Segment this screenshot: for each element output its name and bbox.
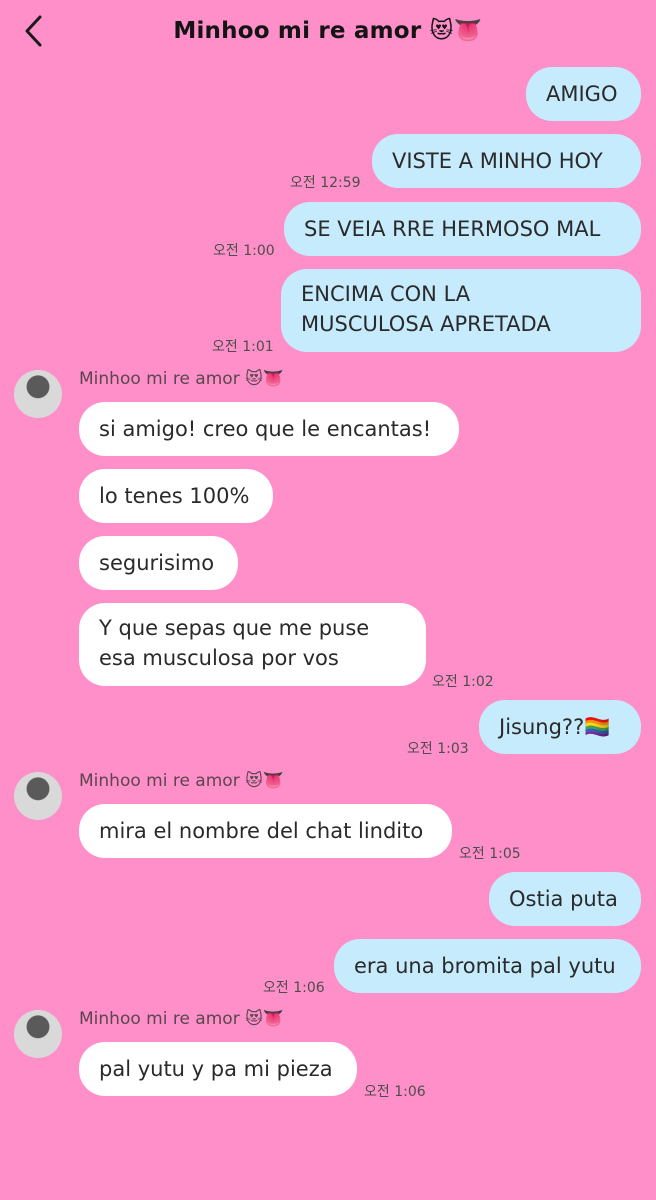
sender-name: Minhoo mi re amor 😻👅 xyxy=(79,369,284,389)
message-timestamp: 오전 1:03 xyxy=(407,741,469,757)
message-timestamp: 오전 1:01 xyxy=(212,339,274,355)
message-timestamp: 오전 1:02 xyxy=(432,674,494,690)
sender-name: Minhoo mi re amor 😻👅 xyxy=(79,1009,284,1029)
message-bubble-incoming[interactable]: mira el nombre del chat lindito xyxy=(79,804,452,858)
contact-avatar[interactable] xyxy=(14,772,62,820)
chat-title: Minhoo mi re amor 😻👅 xyxy=(173,18,483,44)
message-timestamp: 오전 1:05 xyxy=(459,846,521,862)
message-timestamp: 오전 1:00 xyxy=(213,243,275,259)
message-line: ENCIMA CON LA xyxy=(301,282,471,306)
message-bubble-outgoing[interactable]: VISTE A MINHO HOY xyxy=(372,134,641,188)
contact-avatar[interactable] xyxy=(14,1010,62,1058)
message-bubble-incoming[interactable]: pal yutu y pa mi pieza xyxy=(79,1042,357,1096)
message-line: esa musculosa por vos xyxy=(99,646,339,670)
message-line: Y que sepas que me puse xyxy=(99,616,370,640)
message-bubble-outgoing[interactable]: Jisung??🏳️‍🌈 xyxy=(479,700,641,754)
message-bubble-outgoing[interactable]: AMIGO xyxy=(526,67,641,121)
message-bubble-incoming[interactable]: lo tenes 100% xyxy=(79,469,273,523)
message-bubble-incoming[interactable]: si amigo! creo que le encantas! xyxy=(79,402,459,456)
message-timestamp: 오전 1:06 xyxy=(364,1084,426,1100)
contact-avatar[interactable] xyxy=(14,370,62,418)
message-timestamp: 오전 12:59 xyxy=(290,175,361,191)
message-bubble-outgoing[interactable]: ENCIMA CON LA MUSCULOSA APRETADA xyxy=(281,269,641,352)
message-bubble-outgoing[interactable]: era una bromita pal yutu xyxy=(334,939,641,993)
message-bubble-incoming[interactable]: Y que sepas que me puse esa musculosa po… xyxy=(79,603,426,686)
message-bubble-outgoing[interactable]: SE VEIA RRE HERMOSO MAL xyxy=(284,202,641,256)
sender-name: Minhoo mi re amor 😻👅 xyxy=(79,771,284,791)
message-timestamp: 오전 1:06 xyxy=(263,980,325,996)
message-line: MUSCULOSA APRETADA xyxy=(301,312,551,336)
chat-header: Minhoo mi re amor 😻👅 xyxy=(0,0,656,64)
message-bubble-incoming[interactable]: segurisimo xyxy=(79,536,238,590)
message-bubble-outgoing[interactable]: Ostia puta xyxy=(489,872,641,926)
